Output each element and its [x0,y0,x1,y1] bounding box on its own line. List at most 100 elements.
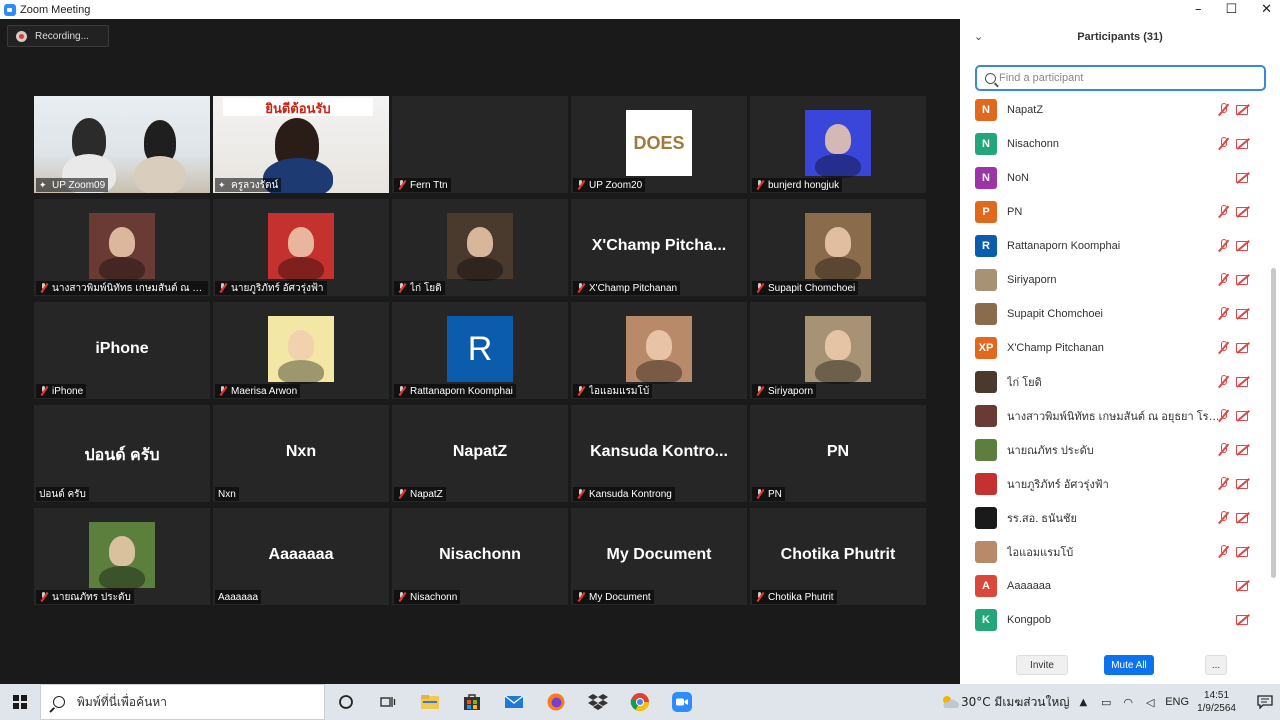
muted-mic-icon [576,592,585,602]
clock[interactable]: 14:51 1/9/2564 [1197,689,1236,715]
video-tile[interactable]: Kansuda Kontro... Kansuda Kontrong [571,405,747,502]
tile-participant-name: Chotika Phutrit [768,591,834,603]
video-tile[interactable]: ยินดีต้อนรับ ✦ ครูลวงรัตน์ [213,96,389,193]
video-tile[interactable]: Fern Ttn [392,96,568,193]
tile-participant-name: PN [768,488,782,500]
video-tile[interactable]: bunjerd hongjuk [750,96,926,193]
input-language[interactable]: ENG [1165,696,1189,708]
muted-mic-icon [1216,443,1230,456]
tile-participant-name: Rattanaporn Koomphai [410,385,513,397]
zoom-meeting-window: Zoom Meeting Recording... ✦ UP Zoom09 ยินด… [0,0,1280,720]
tile-participant-name: Supapit Chomchoei [768,282,856,294]
tile-caption: ปอนด์ ครับ [36,487,89,501]
task-view-icon[interactable] [367,684,409,720]
tile-participant-name: นายณภัทร ประดับ [52,591,131,603]
profile-picture [268,213,334,281]
recording-indicator[interactable]: Recording... [7,25,109,47]
chrome-icon[interactable] [619,684,661,720]
video-tile[interactable]: ไอแอมแรมโบ้ [571,302,747,399]
video-off-icon [1236,511,1250,524]
minimize-button[interactable]: – [1195,2,1202,17]
taskbar-search[interactable]: พิมพ์ที่นี่เพื่อค้นหา [40,684,325,720]
mute-all-button[interactable]: Mute All [1104,655,1154,675]
weather-icon[interactable] [939,694,961,710]
video-tile[interactable]: นายภูริภัทร์ อัศวรุ่งฟ้า [213,199,389,296]
muted-mic-icon [218,386,227,396]
muted-mic-icon [755,283,764,293]
video-tile[interactable]: Maerisa Arwon [213,302,389,399]
video-tile[interactable]: Supapit Chomchoei [750,199,926,296]
participant-row[interactable]: A Aaaaaaa [960,569,1270,603]
muted-mic-icon [397,489,406,499]
file-explorer-icon[interactable] [409,684,451,720]
video-tile[interactable]: Aaaaaaa Aaaaaaa [213,508,389,605]
video-tile[interactable]: นายณภัทร ประดับ [34,508,210,605]
more-button[interactable]: ... [1205,655,1227,675]
video-tile[interactable]: R Rattanaporn Koomphai [392,302,568,399]
video-tile[interactable]: PN PN [750,405,926,502]
participant-row[interactable]: นายณภัทร ประดับ [960,433,1270,467]
chevron-up-icon[interactable]: ▲ [1080,697,1088,708]
volume-icon[interactable]: ◁ [1139,684,1161,720]
cortana-icon[interactable] [325,684,367,720]
store-icon[interactable] [451,684,493,720]
participant-list-scrollbar[interactable] [1271,268,1276,578]
video-tile[interactable]: นางสาวพิมพ์นิทัทธ เกษมสันต์ ณ อยุธ... [34,199,210,296]
video-tile[interactable]: Nxn Nxn [213,405,389,502]
muted-mic-icon [1216,239,1230,252]
search-input[interactable] [999,72,1249,84]
video-off-icon [1236,579,1250,592]
clock-date: 1/9/2564 [1197,703,1236,714]
participant-row[interactable]: Supapit Chomchoei [960,297,1270,331]
participant-row[interactable]: N NoN [960,161,1270,195]
notification-icon[interactable] [1250,684,1280,720]
muted-mic-icon [1216,307,1230,320]
muted-mic-icon [576,283,585,293]
record-icon [16,30,27,42]
participant-status-icons [1236,171,1250,184]
video-tile[interactable]: Nisachonn Nisachonn [392,508,568,605]
video-tile[interactable]: X'Champ Pitcha... X'Champ Pitchanan [571,199,747,296]
tile-participant-name: นายภูริภัทร์ อัศวรุ่งฟ้า [231,282,324,294]
participant-row[interactable]: Siriyaporn [960,263,1270,297]
video-tile[interactable]: Chotika Phutrit Chotika Phutrit [750,508,926,605]
participant-name: รร.สอ. ธนันชัย [1007,513,1077,525]
close-button[interactable]: ✕ [1261,2,1272,17]
participant-name: Supapit Chomchoei [1007,308,1104,320]
video-tile[interactable]: My Document My Document [571,508,747,605]
video-tile[interactable]: Siriyaporn [750,302,926,399]
participant-row[interactable]: K Kongpob [960,603,1270,637]
participant-search[interactable] [975,65,1266,91]
participant-row[interactable]: นายภูริภัทร์ อัศวรุ่งฟ้า [960,467,1270,501]
video-tile[interactable]: DOES UP Zoom20 [571,96,747,193]
maximize-button[interactable]: ☐ [1225,2,1237,17]
start-button[interactable] [0,684,40,720]
wifi-icon[interactable]: ◠ [1117,684,1139,720]
participant-row[interactable]: รร.สอ. ธนันชัย [960,501,1270,535]
participant-row[interactable]: ไอแอมแรมโบ้ [960,535,1270,569]
mail-icon[interactable] [493,684,535,720]
tile-caption: Aaaaaaa [215,590,262,604]
video-tile[interactable]: ✦ UP Zoom09 [34,96,210,193]
muted-mic-icon [1216,545,1230,558]
invite-button[interactable]: Invite [1016,655,1068,675]
video-tile[interactable]: iPhone iPhone [34,302,210,399]
video-tile[interactable]: ปอนด์ ครับ ปอนด์ ครับ [34,405,210,502]
video-tile[interactable]: NapatZ NapatZ [392,405,568,502]
weather-text[interactable]: 30°C มีเมฆส่วนใหญ่ [961,693,1070,712]
participant-row[interactable]: XP X'Champ Pitchanan [960,331,1270,365]
dropbox-icon[interactable] [577,684,619,720]
participant-display-name: Nisachonn [439,546,521,563]
battery-icon[interactable]: ▭ [1095,684,1117,720]
participant-name: นางสาวพิมพ์นิทัทธ เกษมสันต์ ณ อยุธยา โรง… [1007,411,1222,423]
participant-row[interactable]: N Nisachonn [960,127,1270,161]
zoom-app-icon[interactable] [661,684,703,720]
participant-row[interactable]: R Rattanaporn Koomphai [960,229,1270,263]
video-tile[interactable]: ไก่ โยดิ [392,199,568,296]
participant-row[interactable]: N NapatZ [960,93,1270,127]
participant-row[interactable]: P PN [960,195,1270,229]
firefox-icon[interactable] [535,684,577,720]
participant-row[interactable]: ไก่ โยดิ [960,365,1270,399]
participant-row[interactable]: นางสาวพิมพ์นิทัทธ เกษมสันต์ ณ อยุธยา โรง… [960,399,1270,433]
participant-name: PN [1007,206,1023,218]
